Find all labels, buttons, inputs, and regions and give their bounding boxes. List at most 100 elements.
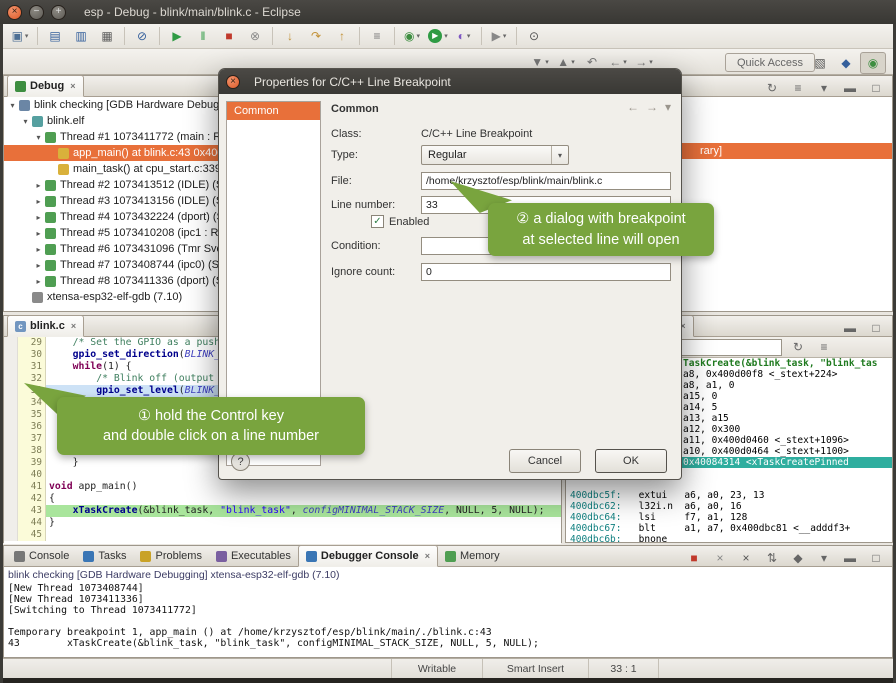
line-number[interactable]: 44 bbox=[18, 517, 46, 529]
refresh-icon[interactable]: ↻ bbox=[760, 78, 784, 98]
code-line[interactable]: 42{ bbox=[4, 493, 561, 505]
run-icon[interactable]: ▶ bbox=[426, 26, 450, 46]
line-number[interactable]: 39 bbox=[18, 457, 46, 469]
external-tools-icon[interactable]: ▶ bbox=[487, 26, 511, 46]
asm-line[interactable]: 400dbc62: l32i.n a6, a0, 16 bbox=[566, 501, 892, 512]
suspend-icon[interactable]: ‖ bbox=[191, 26, 215, 46]
line-number[interactable]: 41 bbox=[18, 481, 46, 493]
debug-perspective-icon[interactable]: ◉ bbox=[860, 52, 886, 74]
pin-console-icon[interactable]: ◆ bbox=[786, 548, 810, 568]
line-number[interactable]: 31 bbox=[18, 361, 46, 373]
console-tab-tasks[interactable]: Tasks bbox=[76, 546, 133, 566]
debug-icon[interactable]: ◉ bbox=[400, 26, 424, 46]
window-minimize-button[interactable]: − bbox=[29, 5, 44, 20]
ignore-count-field[interactable] bbox=[421, 263, 671, 281]
enabled-checkbox[interactable]: ✓ Enabled bbox=[371, 215, 429, 228]
asm-line[interactable]: 400dbc67: blt a1, a7, 0x400dbc81 <__addd… bbox=[566, 523, 892, 534]
step-into-icon[interactable]: ↓ bbox=[278, 26, 302, 46]
line-number[interactable]: 40 bbox=[18, 469, 46, 481]
instruction-stepping-icon[interactable]: ≡ bbox=[365, 26, 389, 46]
console-tab-memory[interactable]: Memory bbox=[438, 546, 507, 566]
line-number[interactable]: 42 bbox=[18, 493, 46, 505]
refresh-icon[interactable]: ↻ bbox=[786, 337, 810, 357]
type-dropdown[interactable]: Regular ▾ bbox=[421, 145, 569, 165]
save-all-icon[interactable]: ▥ bbox=[69, 26, 93, 46]
line-number[interactable]: 43 bbox=[18, 505, 46, 517]
tab-debug[interactable]: Debug × bbox=[7, 75, 84, 97]
close-tab-icon[interactable]: × bbox=[70, 81, 75, 91]
step-over-icon[interactable]: ↷ bbox=[304, 26, 328, 46]
forward-icon[interactable]: → bbox=[646, 100, 658, 114]
ok-button[interactable]: OK bbox=[595, 449, 667, 473]
tab-blink-c[interactable]: c blink.c × bbox=[7, 315, 84, 337]
code-line[interactable]: 44} bbox=[4, 517, 561, 529]
expander-icon[interactable]: ▾ bbox=[20, 117, 31, 126]
maximize-icon[interactable]: □ bbox=[864, 318, 888, 338]
show-source-icon[interactable]: ≡ bbox=[812, 337, 836, 357]
remove-launch-icon[interactable]: × bbox=[708, 548, 732, 568]
expander-icon[interactable]: ▸ bbox=[33, 213, 44, 222]
view-menu-icon[interactable]: ▾ bbox=[665, 100, 671, 114]
profile-icon[interactable]: ◐ bbox=[452, 26, 476, 46]
remove-all-launches-icon[interactable]: × bbox=[734, 548, 758, 568]
line-number[interactable]: 37 bbox=[18, 433, 46, 445]
sidebar-item-common[interactable]: Common bbox=[227, 102, 320, 120]
line-number[interactable]: 38 bbox=[18, 445, 46, 457]
expander-icon[interactable]: ▸ bbox=[33, 277, 44, 286]
minimize-icon[interactable]: ▬ bbox=[838, 318, 862, 338]
step-return-icon[interactable]: ↑ bbox=[330, 26, 354, 46]
line-number[interactable]: 29 bbox=[18, 337, 46, 349]
search-icon[interactable]: ⊙ bbox=[522, 26, 546, 46]
back-icon[interactable]: ← bbox=[627, 100, 639, 114]
expander-icon[interactable]: ▸ bbox=[33, 181, 44, 190]
asm-line[interactable]: 400dbc6b: bnone bbox=[566, 534, 892, 542]
line-number[interactable]: 35 bbox=[18, 409, 46, 421]
expander-icon[interactable]: ▸ bbox=[33, 229, 44, 238]
cancel-button[interactable]: Cancel bbox=[509, 449, 581, 473]
display-console-icon[interactable]: ▾ bbox=[812, 548, 836, 568]
asm-line[interactable] bbox=[566, 479, 892, 490]
console-tab-debugger-console[interactable]: Debugger Console× bbox=[298, 545, 438, 567]
maximize-icon[interactable]: □ bbox=[864, 548, 888, 568]
line-number[interactable]: 30 bbox=[18, 349, 46, 361]
save-icon[interactable]: ▤ bbox=[43, 26, 67, 46]
console-tab-executables[interactable]: Executables bbox=[209, 546, 298, 566]
code-line[interactable]: 41void app_main() bbox=[4, 481, 561, 493]
expander-icon[interactable]: ▾ bbox=[7, 101, 18, 110]
open-perspective-icon[interactable]: ▧ bbox=[808, 53, 832, 73]
expander-icon[interactable]: ▸ bbox=[33, 245, 44, 254]
callout-1-line2: and double click on a line number bbox=[103, 426, 319, 446]
collapse-all-icon[interactable]: ≡ bbox=[786, 78, 810, 98]
expander-icon[interactable]: ▸ bbox=[33, 261, 44, 270]
close-tab-icon[interactable]: × bbox=[425, 551, 430, 561]
asm-line[interactable]: 400dbc5f: extui a6, a0, 23, 13 bbox=[566, 490, 892, 501]
console-tab-console[interactable]: Console bbox=[7, 546, 76, 566]
window-maximize-button[interactable]: + bbox=[51, 5, 66, 20]
line-number[interactable]: 32 bbox=[18, 373, 46, 385]
dialog-close-button[interactable]: × bbox=[226, 75, 240, 89]
asm-line[interactable]: 400dbc64: lsi f7, a1, 128 bbox=[566, 512, 892, 523]
window-close-button[interactable]: × bbox=[7, 5, 22, 20]
console-tab-problems[interactable]: Problems bbox=[133, 546, 208, 566]
code-line[interactable]: 43 xTaskCreate(&blink_task, "blink_task"… bbox=[4, 505, 561, 517]
line-number[interactable]: 45 bbox=[18, 529, 46, 541]
scroll-lock-icon[interactable]: ⇅ bbox=[760, 548, 784, 568]
terminate-icon[interactable]: ■ bbox=[682, 548, 706, 568]
cpp-perspective-icon[interactable]: ◆ bbox=[834, 53, 858, 73]
skip-breakpoints-icon[interactable]: ⊘ bbox=[130, 26, 154, 46]
print-icon[interactable]: ▦ bbox=[95, 26, 119, 46]
line-number[interactable]: 36 bbox=[18, 421, 46, 433]
disconnect-icon[interactable]: ⊗ bbox=[243, 26, 267, 46]
terminate-icon[interactable]: ■ bbox=[217, 26, 241, 46]
minimize-icon[interactable]: ▬ bbox=[838, 78, 862, 98]
resume-icon[interactable]: ▶ bbox=[165, 26, 189, 46]
close-tab-icon[interactable]: × bbox=[71, 321, 76, 331]
minimize-icon[interactable]: ▬ bbox=[838, 548, 862, 568]
quick-access-button[interactable]: Quick Access bbox=[725, 53, 815, 72]
expander-icon[interactable]: ▾ bbox=[33, 133, 44, 142]
new-wizard-icon[interactable]: ▣ bbox=[8, 26, 32, 46]
expander-icon[interactable]: ▸ bbox=[33, 197, 44, 206]
code-line[interactable]: 45 bbox=[4, 529, 561, 541]
maximize-icon[interactable]: □ bbox=[864, 78, 888, 98]
view-menu-icon[interactable]: ▾ bbox=[812, 78, 836, 98]
